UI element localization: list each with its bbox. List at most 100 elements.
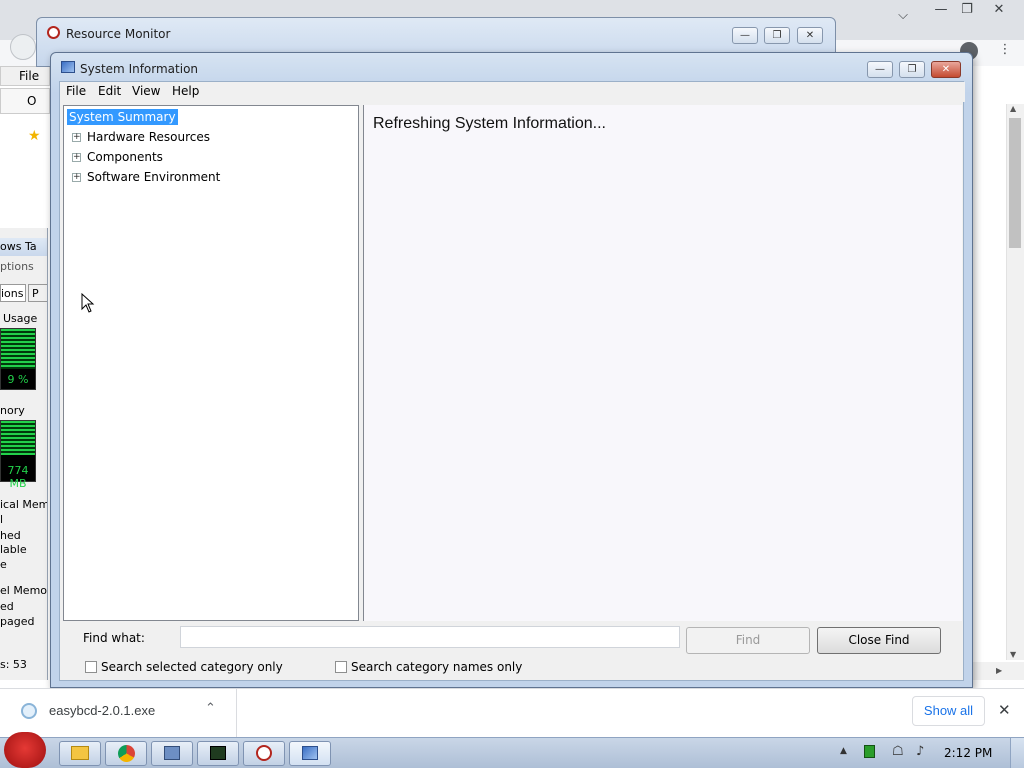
- processes-count: s: 53: [0, 658, 27, 671]
- physical-memory-label: ical Mem: [0, 498, 48, 511]
- maximize-button[interactable]: ❐: [899, 61, 925, 78]
- show-all-button[interactable]: Show all: [912, 696, 985, 726]
- task-manager-tab-label: ions: [1, 287, 24, 300]
- resource-monitor-icon: [47, 26, 60, 39]
- close-find-button[interactable]: Close Find: [817, 627, 941, 654]
- taskbar-resource-monitor-button[interactable]: [243, 741, 285, 766]
- taskbar-clock[interactable]: 2:12 PM: [944, 746, 992, 760]
- system-information-client: File Edit View Help System Summary + Har…: [59, 81, 965, 681]
- task-manager-tray-icon[interactable]: [864, 745, 875, 758]
- close-button[interactable]: ✕: [931, 61, 961, 78]
- expand-icon[interactable]: +: [72, 133, 81, 142]
- minimize-button[interactable]: —: [867, 61, 893, 78]
- tree-item-hardware-resources[interactable]: Hardware Resources: [87, 130, 210, 144]
- network-tray-icon[interactable]: ☖: [892, 744, 904, 759]
- restore-icon[interactable]: ❐: [954, 0, 980, 20]
- menu-view[interactable]: View: [132, 84, 160, 98]
- task-manager-title: ows Ta: [0, 238, 47, 256]
- expand-icon[interactable]: +: [72, 173, 81, 182]
- taskbar-chrome-button[interactable]: [105, 741, 147, 766]
- task-manager-window: ows Ta ptions ions P Usage 9 % nory 774 …: [0, 228, 48, 680]
- system-information-title: System Information: [80, 62, 199, 76]
- chrome-scroll-thumb[interactable]: [1009, 118, 1021, 248]
- cpu-usage-graph: 9 %: [0, 328, 36, 390]
- kernel-memory-nonpaged: paged: [0, 615, 35, 628]
- show-desktop-button[interactable]: [1010, 738, 1024, 768]
- kebab-menu-icon[interactable]: ⋮: [992, 40, 1018, 60]
- chrome-bookmark-item[interactable]: O: [27, 94, 36, 108]
- chrome-bookmark-bar: O: [0, 88, 50, 114]
- resource-monitor-close-button[interactable]: ✕: [797, 27, 823, 44]
- memory-header: nory: [0, 404, 25, 417]
- scroll-down-icon[interactable]: ▼: [1010, 650, 1016, 659]
- folder-icon: [71, 746, 89, 760]
- menu-file[interactable]: File: [66, 84, 86, 98]
- search-selected-category-checkbox[interactable]: [85, 661, 97, 673]
- show-hidden-icons-icon[interactable]: ▲: [840, 746, 847, 756]
- memory-value: 774 MB: [7, 464, 29, 490]
- physical-memory-available: lable: [0, 543, 27, 556]
- cpu-usage-header: Usage: [3, 312, 38, 325]
- download-file-icon: [21, 703, 37, 719]
- physical-memory-cached: hed: [0, 529, 21, 542]
- start-button[interactable]: [4, 732, 46, 768]
- memory-bar: [1, 421, 35, 455]
- task-manager-menu-options[interactable]: ptions: [0, 260, 34, 273]
- find-button[interactable]: Find: [686, 627, 810, 654]
- tree-item-components[interactable]: Components: [87, 150, 163, 164]
- chrome-icon: [118, 745, 135, 762]
- download-divider: [236, 689, 237, 738]
- mouse-cursor-icon: [81, 293, 95, 313]
- scroll-up-icon[interactable]: ▲: [1010, 104, 1016, 113]
- refresh-status-text: Refreshing System Information...: [373, 115, 606, 132]
- system-information-taskbar-icon: [302, 746, 318, 760]
- search-category-names-label: Search category names only: [351, 660, 523, 674]
- chevron-down-icon[interactable]: ⌵: [890, 6, 916, 26]
- tree-item-system-summary[interactable]: System Summary: [67, 109, 178, 125]
- minimize-icon[interactable]: —: [928, 0, 954, 20]
- menu-edit[interactable]: Edit: [98, 84, 121, 98]
- cpu-usage-bar: [1, 329, 35, 369]
- computer-icon: [164, 746, 180, 760]
- menu-bar: File Edit View Help: [60, 82, 965, 102]
- category-tree: System Summary + Hardware Resources + Co…: [63, 105, 359, 621]
- close-downloads-icon[interactable]: ✕: [998, 701, 1011, 719]
- task-manager-tab-2-label: P: [32, 287, 39, 300]
- search-selected-category-label: Search selected category only: [101, 660, 283, 674]
- system-information-icon: [61, 61, 75, 73]
- physical-memory-total: l: [0, 513, 4, 526]
- resource-monitor-minimize-button[interactable]: —: [732, 27, 758, 44]
- expand-icon[interactable]: +: [72, 153, 81, 162]
- task-manager-tab-2[interactable]: P: [28, 284, 47, 302]
- task-manager-icon: [210, 746, 226, 760]
- close-icon[interactable]: ✕: [986, 0, 1012, 20]
- taskbar-network-button[interactable]: [151, 741, 193, 766]
- star-icon[interactable]: ★: [28, 128, 41, 144]
- scroll-right-icon[interactable]: ▶: [996, 666, 1002, 675]
- volume-icon[interactable]: ♪: [916, 744, 924, 759]
- tree-item-software-environment[interactable]: Software Environment: [87, 170, 220, 184]
- resource-monitor-maximize-button[interactable]: ❐: [764, 27, 790, 44]
- taskbar-system-information-button[interactable]: [289, 741, 331, 766]
- find-what-input[interactable]: [180, 626, 680, 648]
- menu-help[interactable]: Help: [172, 84, 199, 98]
- download-file-name[interactable]: easybcd-2.0.1.exe: [49, 703, 155, 718]
- task-manager-tab[interactable]: ions: [0, 284, 26, 302]
- kernel-memory-paged: ed: [0, 600, 14, 613]
- cpu-usage-value: 9 %: [7, 373, 29, 386]
- kernel-memory-label: el Memo: [0, 584, 48, 597]
- details-pane: Refreshing System Information...: [363, 105, 962, 621]
- taskbar-explorer-button[interactable]: [59, 741, 101, 766]
- chrome-menu-file[interactable]: File: [19, 69, 39, 83]
- downloads-bar: easybcd-2.0.1.exe ⌃ Show all ✕: [0, 688, 1024, 738]
- taskbar-task-manager-button[interactable]: [197, 741, 239, 766]
- resource-monitor-title: Resource Monitor: [66, 27, 171, 41]
- memory-graph: 774 MB: [0, 420, 36, 490]
- search-category-names-checkbox[interactable]: [335, 661, 347, 673]
- system-information-window: System Information — ❐ ✕ File Edit View …: [50, 52, 973, 688]
- back-icon[interactable]: [10, 34, 36, 60]
- find-what-label: Find what:: [83, 631, 145, 645]
- chevron-up-icon[interactable]: ⌃: [205, 701, 216, 716]
- chrome-menubar: File: [0, 66, 50, 86]
- resource-monitor-taskbar-icon: [256, 745, 272, 761]
